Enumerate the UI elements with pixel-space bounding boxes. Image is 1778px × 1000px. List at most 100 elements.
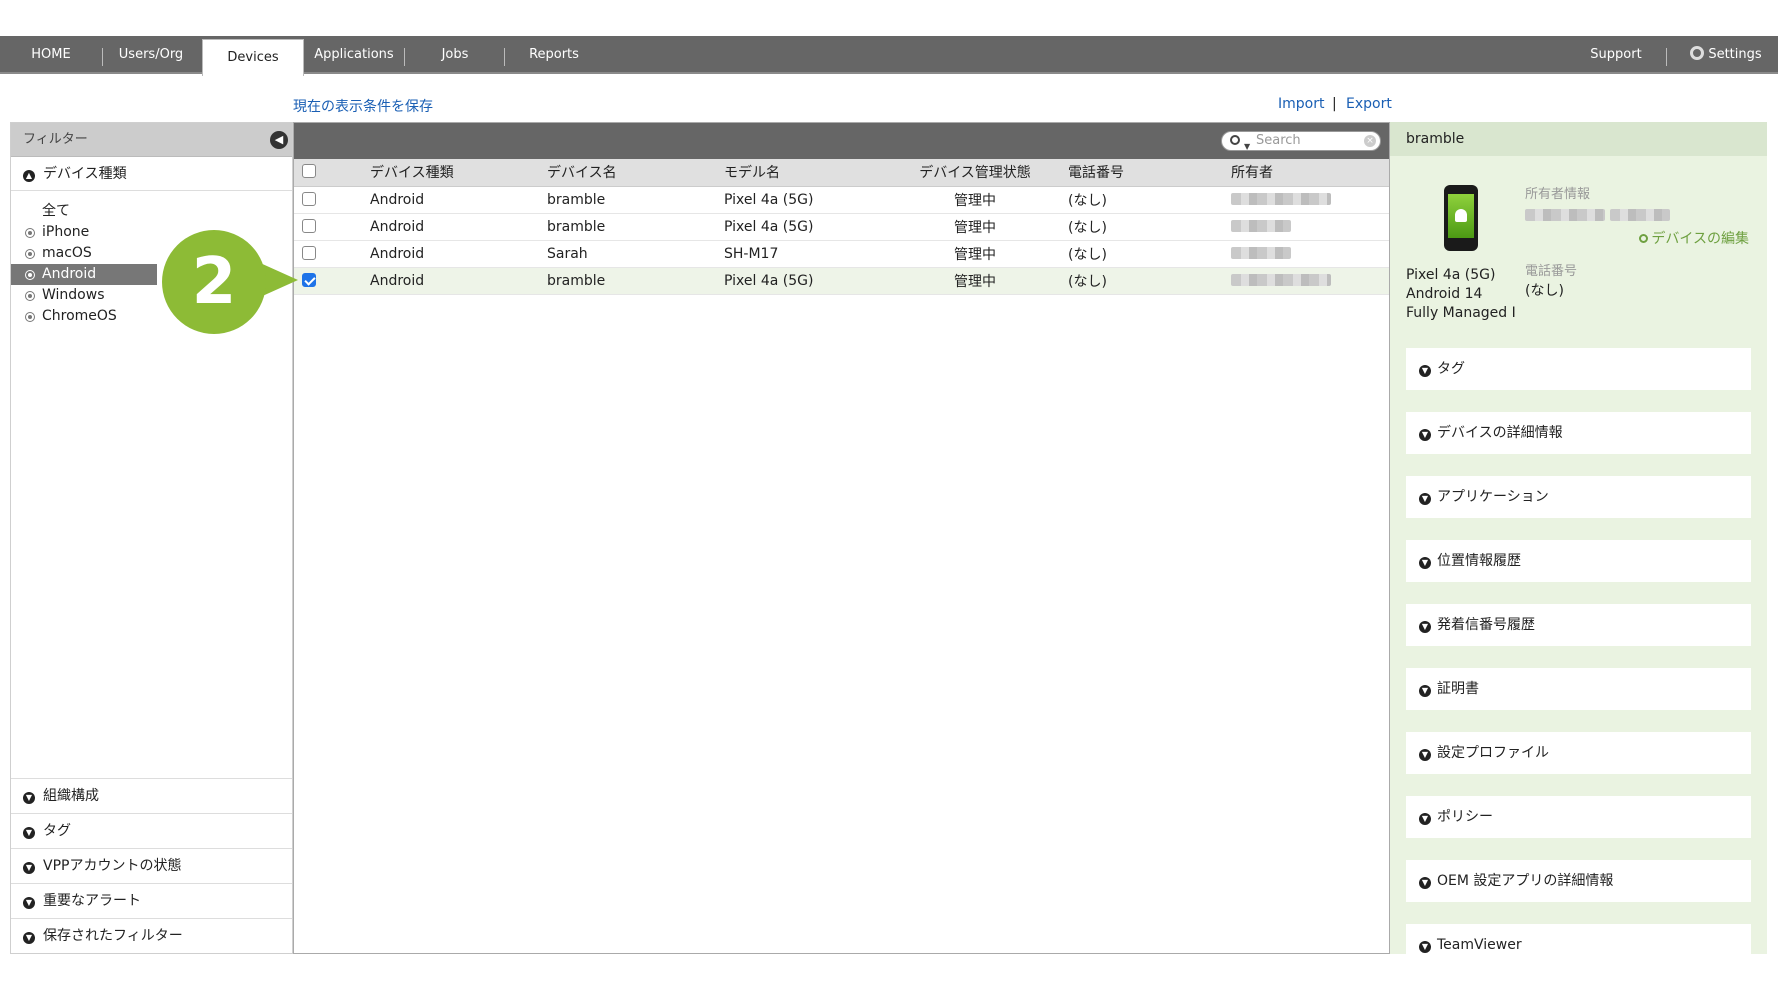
select-all-cell [294,159,370,187]
accordion-applications[interactable]: ▼ アプリケーション [1406,476,1751,518]
redacted-owner [1231,219,1291,232]
table-header-row: デバイス種類 デバイス名 モデル名 デバイス管理状態 電話番号 所有者 [294,159,1389,187]
filter-title: フィルター [23,132,88,147]
radio-icon [25,291,35,301]
select-all-checkbox[interactable] [302,164,316,179]
nav-applications[interactable]: Applications [312,36,396,74]
caret-down-icon[interactable]: ▼ [1244,138,1250,156]
accordion-oem-config[interactable]: ▼ OEM 設定アプリの詳細情報 [1406,860,1751,902]
accordion-location-history[interactable]: ▼ 位置情報履歴 [1406,540,1751,582]
accordion-profiles[interactable]: ▼ 設定プロファイル [1406,732,1751,774]
redacted-owner [1525,209,1605,221]
nav-settings[interactable]: Settings [1678,36,1774,74]
chevron-down-icon: ▼ [1419,877,1431,889]
edit-device-label: デバイスの編集 [1651,231,1749,247]
cell-name: bramble [547,186,724,214]
cell-name: bramble [547,267,724,295]
section-label: VPPアカウントの状態 [43,858,182,874]
cell-status: 管理中 [894,240,1056,268]
import-link[interactable]: Import [1278,96,1324,112]
cell-phone: (なし) [1056,240,1231,268]
section-alerts[interactable]: ▼ 重要なアラート [11,883,292,918]
cell-model: SH-M17 [724,240,894,268]
export-link[interactable]: Export [1346,96,1392,112]
section-device-type-label: デバイス種類 [43,166,127,182]
section-organization[interactable]: ▼ 組織構成 [11,778,292,813]
accordion-label: デバイスの詳細情報 [1437,425,1563,441]
section-vpp[interactable]: ▼ VPPアカウントの状態 [11,848,292,883]
device-type-iphone[interactable]: iPhone [11,222,292,243]
nav-users-org[interactable]: Users/Org [110,36,192,74]
table-row-selected[interactable]: Android bramble Pixel 4a (5G) 管理中 (なし) [294,267,1389,295]
chevron-down-icon: ▼ [1419,557,1431,569]
nav-support[interactable]: Support [1578,36,1654,74]
device-type-all[interactable]: 全て [11,201,292,222]
chevron-down-icon: ▼ [1419,429,1431,441]
link-separator: | [1332,96,1337,112]
nav-devices[interactable]: Devices [202,39,304,76]
table-row[interactable]: Android Sarah SH-M17 管理中 (なし) [294,240,1389,268]
section-saved-filters[interactable]: ▼ 保存されたフィルター [11,918,292,953]
redacted-owner [1610,209,1671,221]
section-tags[interactable]: ▼ タグ [11,813,292,848]
accordion-label: ポリシー [1437,809,1493,825]
accordion-certificates[interactable]: ▼ 証明書 [1406,668,1751,710]
accordion-tags[interactable]: ▼ タグ [1406,348,1751,390]
android-phone-icon [1444,185,1478,251]
chevron-down-icon: ▼ [23,862,35,874]
row-checkbox-cell [294,213,370,241]
clear-icon[interactable]: × [1364,135,1376,147]
redacted-owner [1231,273,1331,286]
section-label: タグ [43,823,71,839]
cell-type: Android [370,240,547,268]
device-mode: Fully Managed I [1406,305,1516,321]
row-checkbox[interactable] [302,191,316,206]
accordion-call-history[interactable]: ▼ 発着信番号履歴 [1406,604,1751,646]
nav-reports[interactable]: Reports [518,36,590,74]
cell-owner [1231,186,1389,214]
section-device-type[interactable]: ▲ デバイス種類 [11,157,292,191]
accordion-label: TeamViewer [1437,937,1522,953]
search-placeholder: Search [1256,133,1301,148]
section-label: 保存されたフィルター [43,928,183,944]
accordion-policies[interactable]: ▼ ポリシー [1406,796,1751,838]
nav-jobs[interactable]: Jobs [420,36,490,74]
col-device-type[interactable]: デバイス種類 [370,159,547,187]
row-checkbox-checked[interactable] [302,272,316,287]
gear-icon [1690,46,1705,60]
chevron-down-icon: ▼ [1419,621,1431,633]
nav-home[interactable]: HOME [12,36,90,74]
chevron-down-icon: ▼ [1419,685,1431,697]
chevron-down-icon: ▼ [1419,941,1431,953]
cell-type: Android [370,186,547,214]
save-view-link[interactable]: 現在の表示条件を保存 [293,96,433,116]
col-status[interactable]: デバイス管理状態 [894,159,1056,187]
search-box[interactable]: ▼ Search × [1221,131,1381,151]
nav-divider [504,48,505,66]
chevron-down-icon: ▼ [23,932,35,944]
col-owner[interactable]: 所有者 [1231,159,1389,187]
nav-divider [404,48,405,66]
edit-device-link[interactable]: デバイスの編集 [1639,228,1749,248]
cell-name: bramble [547,213,724,241]
col-device-name[interactable]: デバイス名 [547,159,724,187]
collapse-panel-icon[interactable]: ◀ [270,131,288,149]
cell-type: Android [370,213,547,241]
radio-icon [25,228,35,238]
radio-icon [25,270,35,280]
owner-info-value [1525,205,1671,224]
col-model[interactable]: モデル名 [724,159,894,187]
row-checkbox[interactable] [302,245,316,260]
accordion-label: タグ [1437,361,1465,377]
table-row[interactable]: Android bramble Pixel 4a (5G) 管理中 (なし) [294,186,1389,214]
device-type-android[interactable]: Android [11,264,157,285]
row-checkbox[interactable] [302,218,316,233]
accordion-teamviewer[interactable]: ▼ TeamViewer [1406,924,1751,954]
radio-icon [25,312,35,322]
android-robot-icon [1455,209,1467,222]
col-phone[interactable]: 電話番号 [1056,159,1231,187]
redacted-owner [1231,246,1291,259]
accordion-device-details[interactable]: ▼ デバイスの詳細情報 [1406,412,1751,454]
cell-name: Sarah [547,240,724,268]
table-row[interactable]: Android bramble Pixel 4a (5G) 管理中 (なし) [294,213,1389,241]
